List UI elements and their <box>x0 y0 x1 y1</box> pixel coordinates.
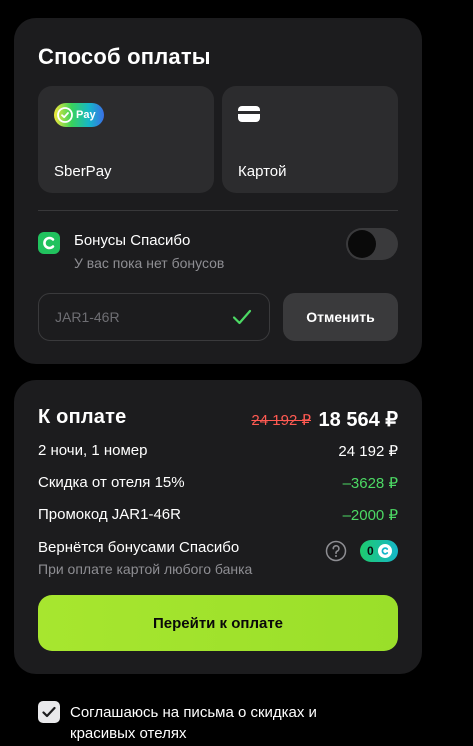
row-nights-label: 2 ночи, 1 номер <box>38 442 148 459</box>
checkmark-icon <box>42 706 56 718</box>
row-discount-value: –3628 ₽ <box>342 475 398 492</box>
proceed-to-payment-button[interactable]: Перейти к оплате <box>38 595 398 651</box>
help-icon[interactable] <box>325 540 347 562</box>
cancel-promo-button[interactable]: Отменить <box>283 293 398 341</box>
method-sberpay-label: SberPay <box>54 163 112 180</box>
sberpay-badge-text: Pay <box>76 109 96 121</box>
row-promo-value: –2000 ₽ <box>342 507 398 524</box>
row-promo-label: Промокод JAR1-46R <box>38 506 181 523</box>
summary-title: К оплате <box>38 406 127 428</box>
method-card[interactable]: Картой <box>222 86 398 193</box>
consent-checkbox[interactable] <box>38 701 60 723</box>
bonus-subtitle: У вас пока нет бонусов <box>74 255 225 271</box>
method-sberpay[interactable]: Pay SberPay <box>38 86 214 193</box>
spasibo-mini-icon <box>377 544 392 558</box>
spasibo-icon <box>38 232 60 254</box>
divider <box>38 210 398 211</box>
toggle-knob <box>348 230 376 258</box>
row-discount-label: Скидка от отеля 15% <box>38 474 185 491</box>
cashback-label: Вернётся бонусами Спасибо <box>38 539 240 556</box>
sber-check-icon <box>57 107 73 123</box>
bonus-title: Бонусы Спасибо <box>74 232 191 249</box>
bonus-toggle[interactable] <box>346 228 398 260</box>
payment-method-title: Способ оплаты <box>38 44 211 69</box>
row-nights-value: 24 192 ₽ <box>338 443 398 460</box>
payment-method-card: Способ оплаты Pay SberPay Картой Бонусы … <box>14 18 422 364</box>
credit-card-icon <box>238 106 260 122</box>
cashback-badge: 0 <box>360 540 398 562</box>
sberpay-logo: Pay <box>54 103 104 127</box>
cashback-note: При оплате картой любого банка <box>38 561 253 577</box>
consent-text: Соглашаюсь на письма о скидках и красивы… <box>70 704 317 742</box>
method-card-label: Картой <box>238 163 287 180</box>
total-price: 18 564 ₽ <box>318 409 398 431</box>
cashback-amount: 0 <box>367 544 374 558</box>
old-total-price: 24 192 ₽ <box>251 412 311 429</box>
order-summary-card: К оплате 24 192 ₽ 18 564 ₽ 2 ночи, 1 ном… <box>14 380 422 674</box>
check-icon <box>232 309 252 325</box>
